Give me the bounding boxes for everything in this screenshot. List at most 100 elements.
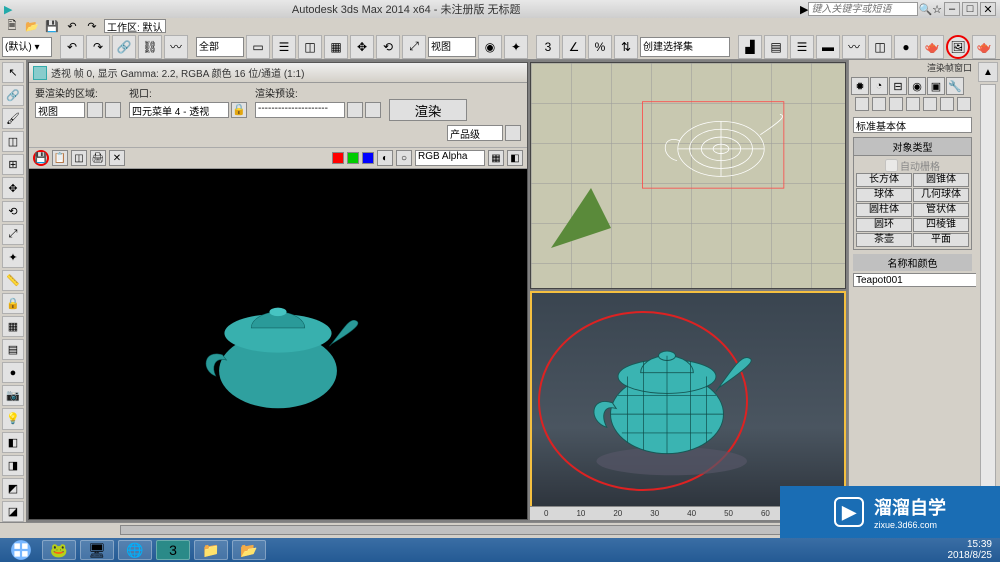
select-scale-button[interactable]: ⤢ — [402, 35, 426, 59]
curve-editor-button[interactable]: 〰 — [842, 35, 866, 59]
infocenter-arrow-icon[interactable]: ▶ — [800, 3, 808, 16]
viewport-lock-button[interactable]: 🔒 — [231, 102, 247, 118]
system-clock[interactable]: 15:39 2018/8/25 — [948, 539, 997, 561]
region-tool-icon[interactable]: ◫ — [2, 131, 24, 152]
ribbon-toggle-button[interactable]: ▬ — [816, 35, 840, 59]
b-channel-button[interactable] — [362, 152, 374, 164]
lights-icon[interactable] — [889, 97, 903, 111]
task-app1-icon[interactable]: 🐸 — [42, 540, 76, 560]
primitive-button-2[interactable]: 球体 — [856, 188, 912, 202]
primitive-button-1[interactable]: 圆锥体 — [913, 173, 969, 187]
primitive-button-6[interactable]: 圆环 — [856, 218, 912, 232]
snap-toggle-3-button[interactable]: 3 — [536, 35, 560, 59]
unlink-button[interactable]: ⛓ — [138, 35, 162, 59]
bind-spacewarp-button[interactable]: 〰 — [164, 35, 188, 59]
primitive-button-0[interactable]: 长方体 — [856, 173, 912, 187]
alpha-channel-button[interactable]: ◐ — [377, 150, 393, 166]
autogrid-checkbox[interactable] — [885, 159, 898, 172]
array-icon[interactable]: ▦ — [2, 316, 24, 337]
primitive-button-7[interactable]: 四棱锥 — [913, 218, 969, 232]
area-to-render-dropdown[interactable]: 视图 — [35, 102, 85, 118]
light-icon[interactable]: 💡 — [2, 408, 24, 429]
open-icon[interactable]: 📂 — [24, 18, 40, 34]
name-color-header[interactable]: 名称和颜色 — [853, 254, 972, 271]
select-object-button[interactable]: ▭ — [246, 35, 270, 59]
selection-set-dropdown[interactable]: (默认) ▾ — [2, 37, 52, 57]
scroll-up-icon[interactable]: ▲ — [978, 62, 998, 82]
select-rotate-button[interactable]: ⟲ — [376, 35, 400, 59]
toggle-overlay-button[interactable]: ▦ — [488, 150, 504, 166]
start-button[interactable] — [4, 539, 38, 561]
help-search-input[interactable] — [808, 2, 918, 16]
monochrome-button[interactable]: ○ — [396, 150, 412, 166]
redo-icon[interactable]: ↷ — [84, 18, 100, 34]
primitive-button-8[interactable]: 茶壶 — [856, 233, 912, 247]
region-auto-button[interactable] — [87, 102, 103, 118]
motion-tab[interactable]: ◉ — [908, 77, 926, 95]
task-chrome-icon[interactable]: 🌐 — [118, 540, 152, 560]
utilities-tab[interactable]: 🔧 — [946, 77, 964, 95]
hierarchy-tab[interactable]: ⊟ — [889, 77, 907, 95]
signin-icon[interactable]: ☆ — [932, 3, 942, 16]
named-selset-dropdown[interactable]: 创建选择集 — [640, 37, 730, 57]
geometry-icon[interactable] — [855, 97, 869, 111]
misc4-icon[interactable]: ◪ — [2, 501, 24, 522]
snap-tool-icon[interactable]: ⊞ — [2, 154, 24, 175]
viewport-top[interactable] — [530, 62, 846, 289]
g-channel-button[interactable] — [347, 152, 359, 164]
select-region-button[interactable]: ◫ — [298, 35, 322, 59]
panel-scrollbar[interactable] — [980, 84, 996, 500]
ref-coord-dropdown[interactable]: 视图 — [428, 37, 476, 57]
task-folder-icon[interactable]: 📂 — [232, 540, 266, 560]
create-tab[interactable]: ✹ — [851, 77, 869, 95]
render-window-tab-label[interactable]: 渲染帧窗口 — [849, 60, 976, 75]
app-menu-icon[interactable]: ▶ — [4, 3, 12, 16]
clear-button[interactable]: ✕ — [109, 150, 125, 166]
layer-manager-button[interactable]: ☰ — [790, 35, 814, 59]
print-button[interactable]: 🖨 — [90, 150, 106, 166]
task-3dsmax-icon[interactable]: 3 — [156, 540, 190, 560]
pivot-center-button[interactable]: ◉ — [478, 35, 502, 59]
mirror-button[interactable]: ▟ — [738, 35, 762, 59]
render-frame-window-button[interactable]: 🖼 — [946, 35, 970, 59]
select-move-button[interactable]: ✥ — [350, 35, 374, 59]
spacewarps-icon[interactable] — [940, 97, 954, 111]
save-image-button[interactable]: 💾 — [33, 150, 49, 166]
percent-snap-button[interactable]: % — [588, 35, 612, 59]
env-icon[interactable] — [365, 102, 381, 118]
render-production-button[interactable]: 🫖 — [972, 35, 996, 59]
spinner-snap-button[interactable]: ⇅ — [614, 35, 638, 59]
production-dropdown[interactable]: 产品级 — [447, 125, 503, 141]
close-button[interactable]: ✕ — [980, 2, 996, 16]
search-icon[interactable]: 🔍 — [918, 3, 932, 16]
r-channel-button[interactable] — [332, 152, 344, 164]
misc3-icon[interactable]: ◩ — [2, 478, 24, 499]
iterative-icon[interactable] — [505, 125, 521, 141]
copy-image-button[interactable]: 📋 — [52, 150, 68, 166]
viewport-dropdown[interactable]: 四元菜单 4 - 透视 — [129, 102, 229, 118]
save-icon[interactable]: 💾 — [44, 18, 60, 34]
systems-icon[interactable] — [957, 97, 971, 111]
schematic-view-button[interactable]: ◫ — [868, 35, 892, 59]
maximize-button[interactable]: □ — [962, 2, 978, 16]
primitive-button-3[interactable]: 几何球体 — [913, 188, 969, 202]
undo-icon[interactable]: ↶ — [64, 18, 80, 34]
display-tab[interactable]: ▣ — [927, 77, 945, 95]
misc2-icon[interactable]: ◨ — [2, 455, 24, 476]
misc1-icon[interactable]: ◧ — [2, 432, 24, 453]
align-icon[interactable]: ▤ — [2, 339, 24, 360]
move-tool-icon[interactable]: ✥ — [2, 177, 24, 198]
measure-tool-icon[interactable]: 📏 — [2, 270, 24, 291]
window-crossing-button[interactable]: ▦ — [324, 35, 348, 59]
minimize-button[interactable]: – — [944, 2, 960, 16]
clone-window-button[interactable]: ◫ — [71, 150, 87, 166]
task-files-icon[interactable]: 📁 — [194, 540, 228, 560]
region-edit-button[interactable] — [105, 102, 121, 118]
cameras-icon[interactable] — [906, 97, 920, 111]
shapes-icon[interactable] — [872, 97, 886, 111]
selection-filter-dropdown[interactable]: 全部 — [196, 37, 244, 57]
task-explorer-icon[interactable]: 🖥 — [80, 540, 114, 560]
object-name-input[interactable] — [853, 273, 976, 287]
primitive-button-9[interactable]: 平面 — [913, 233, 969, 247]
select-manipulate-button[interactable]: ✦ — [504, 35, 528, 59]
